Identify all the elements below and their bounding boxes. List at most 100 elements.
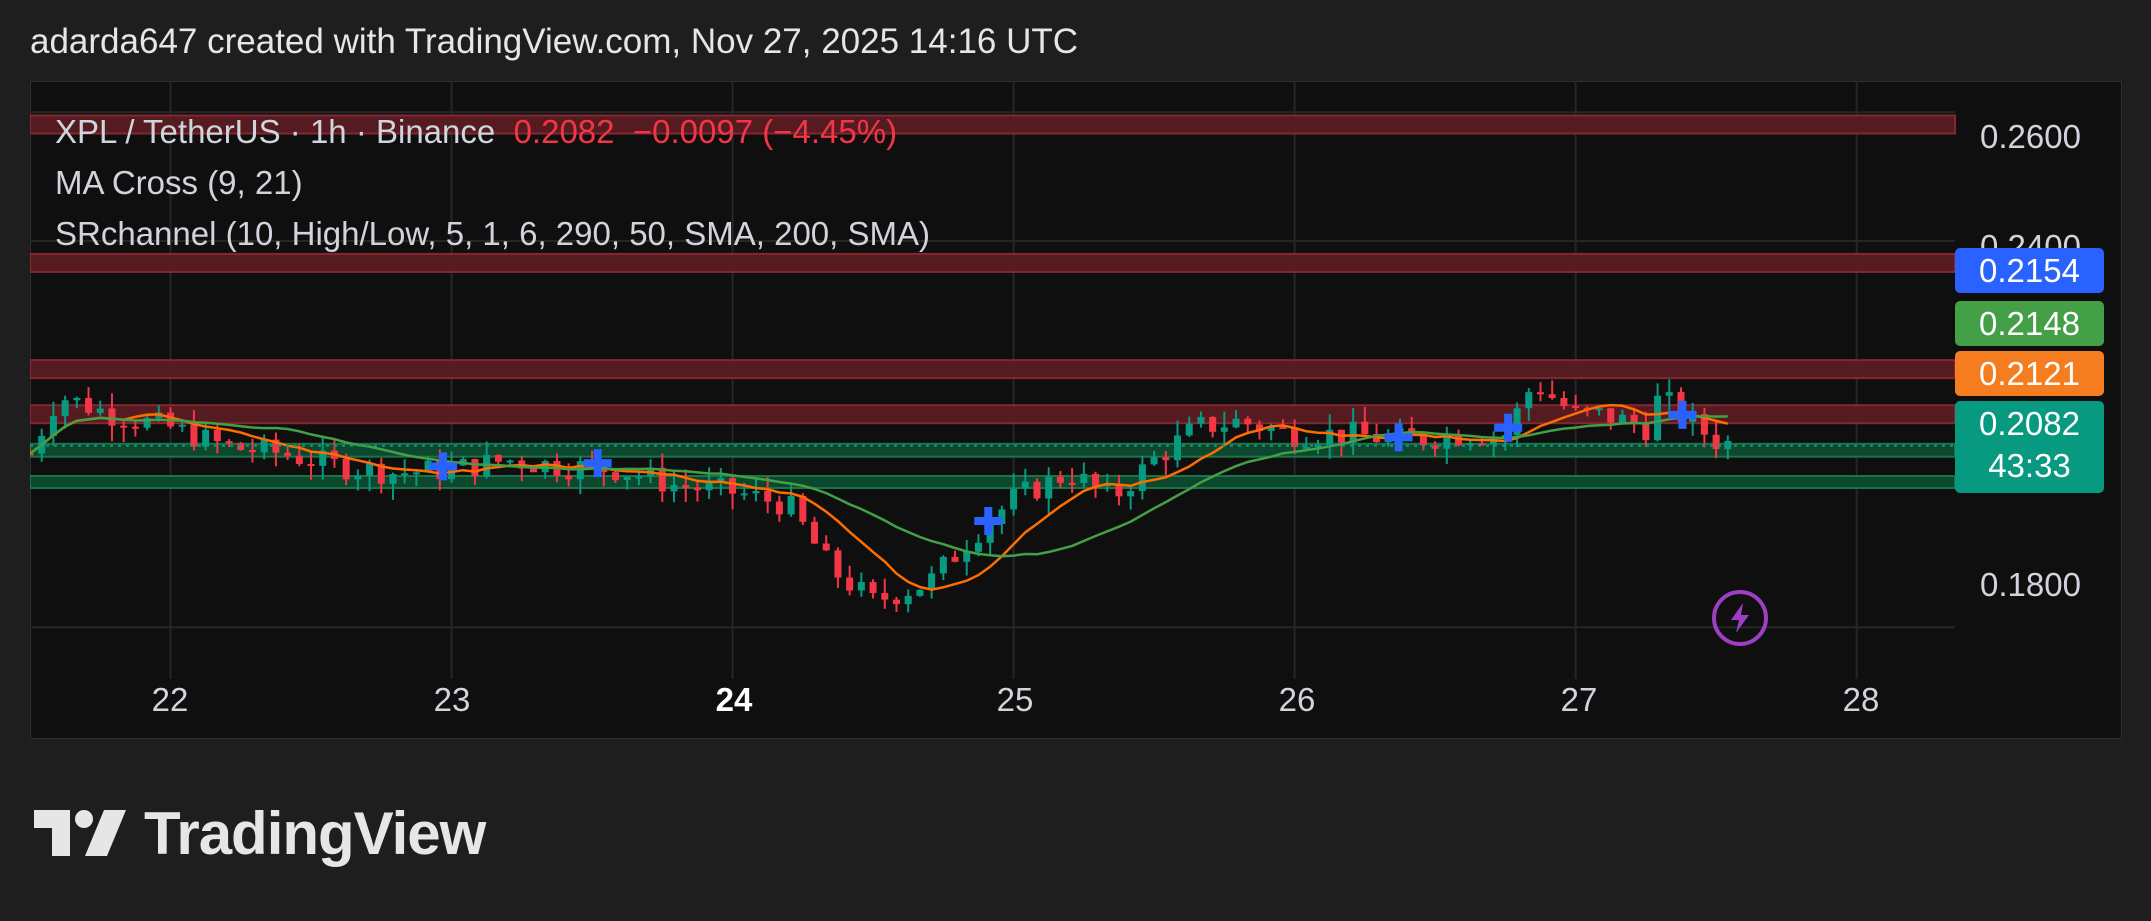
- tradingview-mark-icon: [34, 810, 126, 856]
- lightning-icon[interactable]: [1712, 590, 1768, 646]
- candle-body: [939, 556, 947, 574]
- candle-body: [857, 582, 865, 591]
- candle-body: [1197, 417, 1205, 424]
- tradingview-wordmark: TradingView: [144, 799, 486, 867]
- candle-body: [1244, 418, 1252, 425]
- y-axis-label: 0.1800: [1980, 566, 2081, 603]
- candle-body: [729, 478, 737, 494]
- candle-body: [951, 556, 959, 562]
- last-price-tag-value: 0.2082: [1979, 405, 2080, 442]
- candle-body: [670, 485, 678, 492]
- candle-body: [412, 472, 420, 475]
- candle-body: [1291, 427, 1299, 448]
- x-axis-label: 28: [1842, 681, 1880, 718]
- candle-body: [1162, 457, 1170, 461]
- ma-fast-line: [30, 403, 1729, 591]
- candle-body: [1419, 435, 1427, 446]
- indicator-legend-srchannel[interactable]: SRchannel (10, High/Low, 5, 1, 6, 290, 5…: [55, 208, 930, 259]
- candle-body: [529, 468, 538, 473]
- candle-body: [342, 458, 350, 480]
- price-tag-blue: 0.2154: [1955, 248, 2104, 293]
- candle-body: [494, 455, 502, 462]
- resistance-zone: [30, 359, 1956, 380]
- candle-body: [61, 400, 69, 417]
- moving-averages: [30, 403, 1729, 591]
- candle-body: [1712, 434, 1720, 450]
- candle-body: [471, 459, 479, 477]
- candle-body: [565, 475, 573, 480]
- chart-attribution: adarda647 created with TradingView.com, …: [30, 22, 1079, 61]
- candle-body: [834, 550, 842, 578]
- candle-body: [869, 582, 877, 594]
- x-axis-label: 23: [433, 681, 471, 718]
- price-tag-last: 0.2082 43:33: [1955, 401, 2104, 493]
- candle-body: [705, 482, 713, 491]
- candle-body: [190, 424, 198, 447]
- support-zone: [30, 474, 1956, 489]
- last-price-value: 0.2082: [513, 113, 615, 150]
- candle-body: [366, 463, 374, 476]
- x-axis-label: 22: [151, 681, 189, 718]
- candle-body: [1279, 427, 1287, 430]
- candle-body: [752, 491, 760, 494]
- candle-body: [623, 476, 631, 481]
- candle-body: [693, 487, 701, 491]
- candle-body: [1010, 488, 1018, 510]
- candle-body: [284, 452, 292, 456]
- candle-body: [740, 493, 748, 496]
- candle-body: [96, 408, 104, 413]
- candle-body: [1138, 464, 1146, 492]
- candle-body: [120, 425, 128, 428]
- candle-body: [1021, 481, 1029, 489]
- price-tag-slow-ma: 0.2148: [1955, 301, 2104, 346]
- bar-countdown: 43:33: [1988, 447, 2071, 484]
- candle-body: [764, 491, 772, 502]
- candle-body: [682, 485, 690, 488]
- candle-body: [295, 455, 303, 465]
- candle-body: [1595, 408, 1603, 411]
- candle-body: [1361, 421, 1369, 434]
- candle-body: [401, 473, 409, 476]
- candle-body: [354, 475, 362, 480]
- candle-body: [202, 429, 210, 447]
- candle-body: [1536, 392, 1545, 395]
- candle-body: [1654, 395, 1662, 441]
- candle-body: [1092, 473, 1100, 487]
- candle-body: [389, 474, 397, 484]
- candle-body: [1548, 394, 1556, 398]
- candle-body: [73, 397, 81, 401]
- candle-body: [1056, 476, 1064, 483]
- candle-body: [1150, 457, 1158, 465]
- x-axis-label: 26: [1278, 681, 1316, 718]
- candle-body: [1525, 392, 1533, 409]
- candle-body: [904, 595, 912, 605]
- x-axis-label: 24: [715, 681, 753, 718]
- candle-body: [775, 501, 783, 515]
- candle-body: [1665, 392, 1673, 396]
- symbol-legend-row[interactable]: XPL / TetherUS · 1h · Binance 0.2082 −0.…: [55, 106, 930, 157]
- candle-body: [881, 593, 889, 600]
- candle-body: [811, 521, 819, 544]
- candle-body: [85, 397, 93, 413]
- candle-body: [1045, 476, 1053, 499]
- tradingview-logo: TradingView: [34, 799, 486, 867]
- candle-body: [846, 577, 854, 591]
- candle-body: [108, 408, 116, 426]
- candle-body: [1185, 423, 1193, 436]
- candle-body: [506, 460, 514, 463]
- candle-body: [1173, 435, 1182, 461]
- ma-cross-marker: [974, 507, 1003, 536]
- candle-body: [1560, 397, 1568, 406]
- candle-body: [178, 424, 186, 427]
- candle-body: [1209, 417, 1217, 432]
- candle-body: [213, 429, 221, 442]
- y-axis-label: 0.2600: [1980, 118, 2081, 155]
- candle-body: [1127, 491, 1135, 497]
- candle-body: [974, 542, 982, 552]
- indicator-legend-ma-cross[interactable]: MA Cross (9, 21): [55, 157, 930, 208]
- price-change-value: −0.0097 (−4.45%): [632, 113, 898, 150]
- candle-body: [1232, 418, 1240, 428]
- candle-body: [787, 495, 795, 515]
- candle-body: [225, 441, 233, 444]
- candle-body: [1618, 414, 1626, 423]
